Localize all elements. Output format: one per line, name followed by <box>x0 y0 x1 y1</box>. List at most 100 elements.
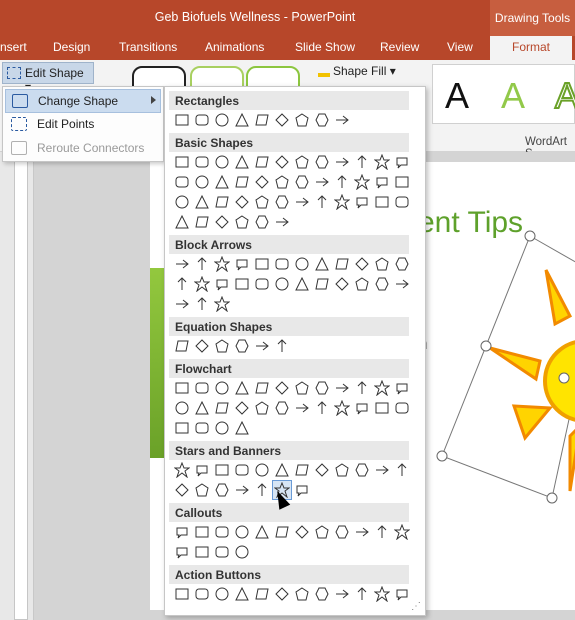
shape-option[interactable] <box>233 399 251 417</box>
shape-option[interactable] <box>173 523 191 541</box>
shape-option[interactable] <box>333 173 351 191</box>
shape-option[interactable] <box>233 481 251 499</box>
shape-option[interactable] <box>193 337 211 355</box>
shape-option[interactable] <box>393 275 411 293</box>
shape-option[interactable] <box>173 585 191 603</box>
shape-option[interactable] <box>333 585 351 603</box>
shape-option[interactable] <box>213 275 231 293</box>
shape-option[interactable] <box>193 543 211 561</box>
shape-option[interactable] <box>253 153 271 171</box>
shape-option[interactable] <box>173 213 191 231</box>
shape-option[interactable] <box>233 543 251 561</box>
shape-option[interactable] <box>293 275 311 293</box>
shape-option[interactable] <box>293 523 311 541</box>
shape-option[interactable] <box>173 275 191 293</box>
shape-option[interactable] <box>393 173 411 191</box>
shape-option[interactable] <box>173 193 191 211</box>
tab-design[interactable]: Design <box>53 40 90 54</box>
shape-option[interactable] <box>313 111 331 129</box>
shape-option[interactable] <box>233 111 251 129</box>
shape-option[interactable] <box>233 379 251 397</box>
shape-option[interactable] <box>213 585 231 603</box>
shape-option[interactable] <box>233 255 251 273</box>
shape-option[interactable] <box>393 461 411 479</box>
shape-option[interactable] <box>273 255 291 273</box>
shape-option[interactable] <box>353 461 371 479</box>
shape-option[interactable] <box>193 153 211 171</box>
shape-option[interactable] <box>253 523 271 541</box>
shape-option[interactable] <box>253 461 271 479</box>
shape-option[interactable] <box>173 379 191 397</box>
shape-option[interactable] <box>333 523 351 541</box>
shape-option[interactable] <box>233 419 251 437</box>
shape-option[interactable] <box>393 399 411 417</box>
shape-option[interactable] <box>373 461 391 479</box>
shape-option[interactable] <box>273 111 291 129</box>
shape-option[interactable] <box>333 255 351 273</box>
shape-option[interactable] <box>313 173 331 191</box>
shape-option[interactable] <box>353 255 371 273</box>
shape-option[interactable] <box>353 153 371 171</box>
tab-review[interactable]: Review <box>380 40 419 54</box>
shape-option[interactable] <box>193 419 211 437</box>
resize-handle[interactable] <box>558 372 570 384</box>
shape-option[interactable] <box>193 399 211 417</box>
shape-option[interactable] <box>213 213 231 231</box>
shape-option[interactable] <box>193 295 211 313</box>
shape-option[interactable] <box>393 585 411 603</box>
shape-option[interactable] <box>213 153 231 171</box>
shape-option[interactable] <box>233 275 251 293</box>
shape-option[interactable] <box>293 399 311 417</box>
shape-option[interactable] <box>373 173 391 191</box>
shape-option[interactable] <box>253 111 271 129</box>
shape-option[interactable] <box>333 399 351 417</box>
shape-option[interactable] <box>313 379 331 397</box>
shape-option[interactable] <box>213 461 231 479</box>
shape-option[interactable] <box>293 255 311 273</box>
tab-slide-show[interactable]: Slide Show <box>295 40 355 54</box>
shape-option[interactable] <box>313 399 331 417</box>
shape-option[interactable] <box>213 193 231 211</box>
shape-option[interactable] <box>313 523 331 541</box>
shape-option[interactable] <box>173 255 191 273</box>
shape-option[interactable] <box>293 379 311 397</box>
shape-option[interactable] <box>353 523 371 541</box>
thumbnail-scrollbar[interactable] <box>14 160 28 620</box>
shape-option[interactable] <box>253 585 271 603</box>
shape-option[interactable] <box>293 153 311 171</box>
shape-option[interactable] <box>273 337 291 355</box>
shape-option[interactable] <box>173 481 191 499</box>
shape-option[interactable] <box>193 193 211 211</box>
shape-option[interactable] <box>253 173 271 191</box>
shape-option[interactable] <box>333 153 351 171</box>
shape-option[interactable] <box>333 193 351 211</box>
shape-option[interactable] <box>173 111 191 129</box>
shape-option[interactable] <box>233 213 251 231</box>
shape-option[interactable] <box>293 193 311 211</box>
shape-option[interactable] <box>373 255 391 273</box>
shape-option[interactable] <box>173 153 191 171</box>
shape-option[interactable] <box>193 481 211 499</box>
shape-option[interactable] <box>173 543 191 561</box>
shape-option[interactable] <box>193 275 211 293</box>
shape-option[interactable] <box>333 275 351 293</box>
shape-option[interactable] <box>313 461 331 479</box>
shape-option[interactable] <box>213 543 231 561</box>
shape-option[interactable] <box>273 523 291 541</box>
shape-option[interactable] <box>373 153 391 171</box>
shape-option[interactable] <box>233 173 251 191</box>
shape-option[interactable] <box>293 461 311 479</box>
shape-option[interactable] <box>193 461 211 479</box>
shape-option[interactable] <box>193 523 211 541</box>
shape-fill-button[interactable]: Shape Fill ▾ <box>318 64 396 78</box>
shape-option[interactable] <box>213 419 231 437</box>
shape-option[interactable] <box>293 585 311 603</box>
shape-option[interactable] <box>373 585 391 603</box>
wordart-style-black[interactable]: A <box>445 75 469 117</box>
menu-item-change-shape[interactable]: Change Shape <box>5 89 161 113</box>
shape-option[interactable] <box>253 337 271 355</box>
shape-option[interactable] <box>293 111 311 129</box>
shape-option[interactable] <box>213 255 231 273</box>
shape-option[interactable] <box>393 153 411 171</box>
resize-grip-icon[interactable]: ⋰ <box>411 601 421 612</box>
